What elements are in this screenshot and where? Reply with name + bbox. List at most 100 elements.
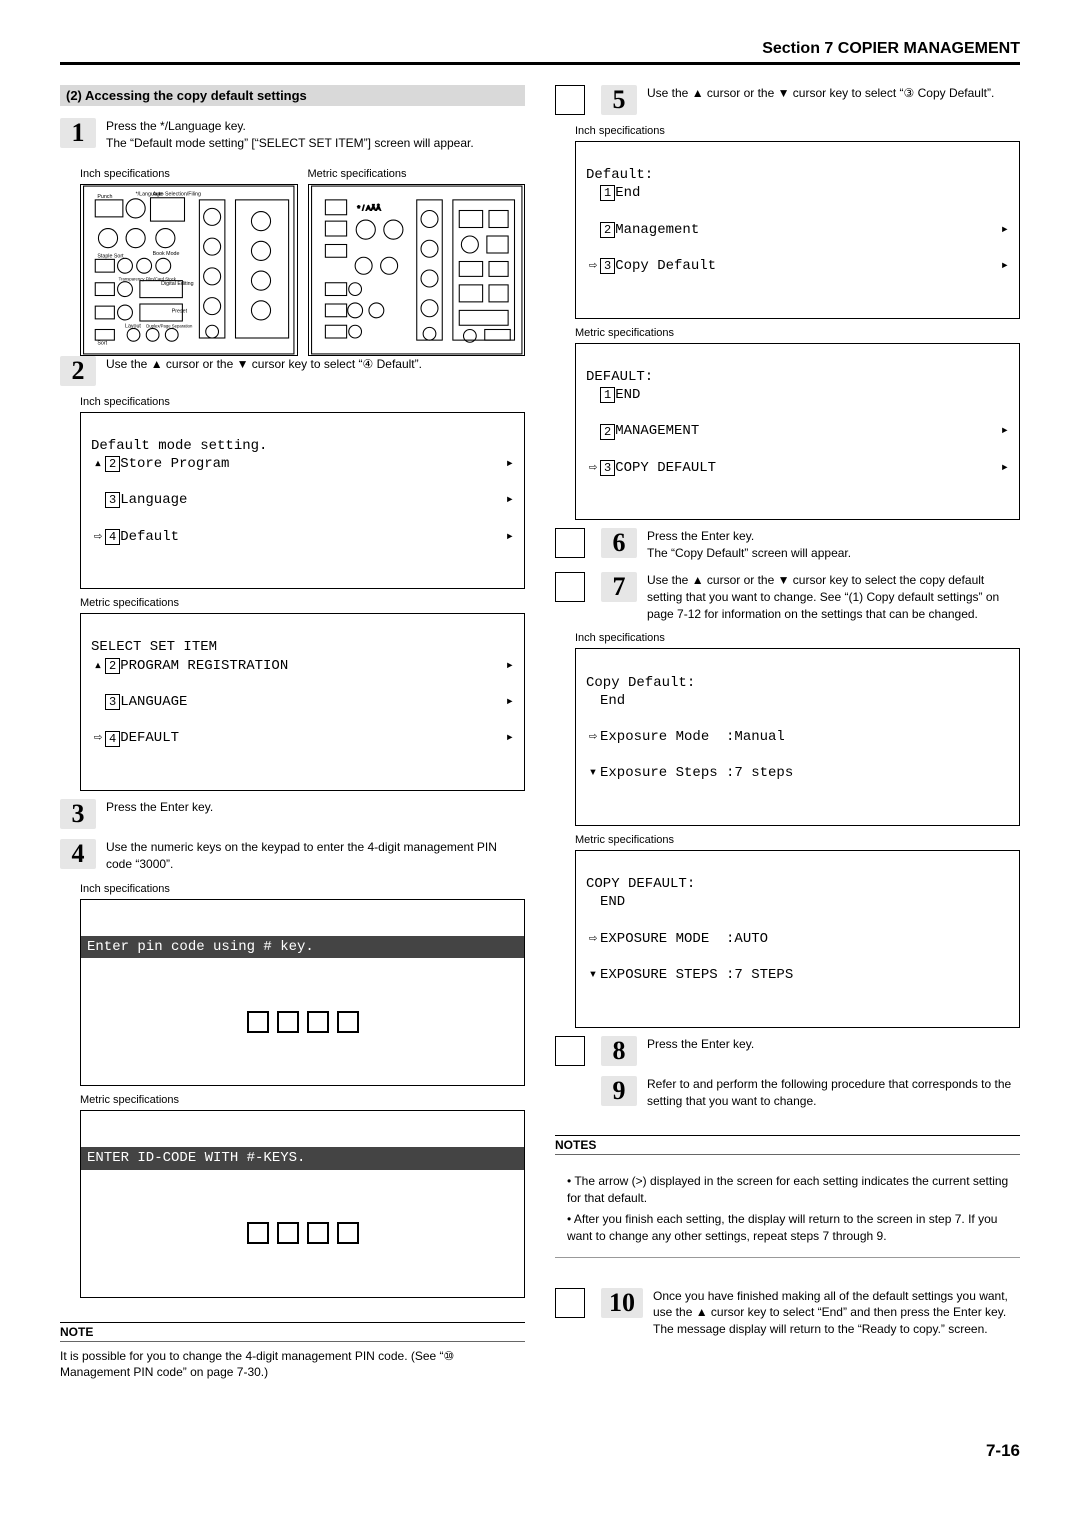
step-text: The “Default mode setting” [“SELECT SET … — [106, 135, 525, 152]
divider — [555, 1257, 1020, 1258]
lcd-pin-inch: Enter pin code using # key. — [80, 899, 525, 1087]
notes-heading: NOTES — [555, 1135, 1020, 1155]
step-text: Use the ▲ cursor or the ▼ cursor key to … — [106, 356, 525, 386]
svg-text:Preset: Preset — [172, 308, 188, 314]
step-text: Use the ▲ cursor or the ▼ cursor key to … — [647, 85, 1020, 115]
note-heading: NOTE — [60, 1322, 525, 1342]
step-number: 6 — [601, 528, 637, 558]
section-header: Section 7 COPIER MANAGEMENT — [60, 40, 1020, 65]
lcd-pin-metric: ENTER ID-CODE WITH #-KEYS. — [80, 1110, 525, 1298]
svg-text:Punch: Punch — [97, 193, 112, 199]
lcd-default-mode-metric: SELECT SET ITEM ▴2 PROGRAM REGISTRATION▸… — [80, 613, 525, 791]
step-4: 4 Use the numeric keys on the keypad to … — [60, 839, 525, 873]
step-text: Use the ▲ cursor or the ▼ cursor key to … — [647, 572, 1020, 622]
svg-text:* / AÄÂ: * / AÄÂ — [357, 203, 381, 212]
notes-list: The arrow (>) displayed in the screen fo… — [555, 1173, 1020, 1244]
control-panel-diagram-metric: * / AÄÂ — [308, 184, 526, 356]
lcd-row: COPY DEFAULT — [615, 459, 993, 477]
lcd-row: Management — [615, 221, 993, 239]
spec-label: Metric specifications — [80, 1094, 525, 1106]
panel-svg: */Language Punch Auto Selection/Filing B… — [81, 185, 297, 355]
lcd-title: SELECT SET ITEM — [91, 639, 217, 655]
spec-label: Inch specifications — [575, 632, 1020, 644]
step-2: 2 Use the ▲ cursor or the ▼ cursor key t… — [60, 356, 525, 386]
panel-icon — [555, 1036, 585, 1066]
lcd-row: Default — [120, 528, 498, 546]
panel-icon — [555, 1288, 585, 1318]
lcd-row: EXPOSURE MODE :AUTO — [600, 930, 1009, 948]
step-text: Once you have finished making all of the… — [653, 1288, 1020, 1338]
svg-text:Layout: Layout — [125, 323, 141, 329]
pin-boxes — [91, 1001, 514, 1043]
step-3: 3 Press the Enter key. — [60, 799, 525, 829]
svg-text:Auto Selection/Filing: Auto Selection/Filing — [153, 191, 201, 197]
lcd-row: EXPOSURE STEPS :7 STEPS — [600, 966, 1009, 984]
spec-label: Metric specifications — [80, 597, 525, 609]
spec-label: Metric specifications — [575, 327, 1020, 339]
lcd-default-inch: Default: 1 End 2 Management▸ ⇨3 Copy Def… — [575, 141, 1020, 319]
svg-text:Duplex/Page Separation: Duplex/Page Separation — [146, 323, 193, 328]
lcd-title: DEFAULT: — [586, 369, 653, 385]
svg-text:Digital Editing: Digital Editing — [161, 280, 193, 286]
step-number: 2 — [60, 356, 96, 386]
lcd-default-metric: DEFAULT: 1 END 2 MANAGEMENT▸ ⇨3 COPY DEF… — [575, 343, 1020, 521]
note-item: After you finish each setting, the displ… — [567, 1211, 1020, 1245]
step-9: 9 Refer to and perform the following pro… — [555, 1076, 1020, 1110]
panel-icon — [555, 572, 585, 602]
lcd-row: Exposure Steps :7 steps — [600, 764, 1009, 782]
step-7: 7 Use the ▲ cursor or the ▼ cursor key t… — [555, 572, 1020, 622]
left-column: (2) Accessing the copy default settings … — [60, 85, 525, 1381]
note-item: The arrow (>) displayed in the screen fo… — [567, 1173, 1020, 1207]
control-panel-diagram-inch: */Language Punch Auto Selection/Filing B… — [80, 184, 298, 356]
spec-label: Inch specifications — [575, 125, 1020, 137]
lcd-row: Exposure Mode :Manual — [600, 728, 1009, 746]
lcd-row: Language — [120, 491, 498, 509]
step-1: 1 Press the */Language key. The “Default… — [60, 118, 525, 152]
step-text: Refer to and perform the following proce… — [647, 1076, 1020, 1110]
lcd-row: END — [600, 893, 1009, 911]
step-5: 5 Use the ▲ cursor or the ▼ cursor key t… — [555, 85, 1020, 115]
lcd-copy-default-metric: COPY DEFAULT: END ⇨EXPOSURE MODE :AUTO ▾… — [575, 850, 1020, 1028]
svg-text:Sort: Sort — [97, 340, 107, 346]
step-number: 5 — [601, 85, 637, 115]
lcd-title: COPY DEFAULT: — [586, 876, 695, 892]
step-number: 4 — [60, 839, 96, 869]
step-text: Press the Enter key. — [647, 1036, 1020, 1066]
step-text: Press the Enter key. — [106, 799, 525, 829]
lcd-row: LANGUAGE — [120, 693, 498, 711]
lcd-title: Default mode setting. — [91, 438, 267, 454]
svg-text:Book Mode: Book Mode — [153, 251, 180, 257]
pin-boxes — [91, 1212, 514, 1254]
lcd-row: MANAGEMENT — [615, 422, 993, 440]
page-number: 7-16 — [60, 1441, 1020, 1461]
note-text: It is possible for you to change the 4-d… — [60, 1348, 525, 1382]
lcd-row: END — [615, 386, 993, 404]
spec-label-inch: Inch specifications — [80, 168, 298, 180]
step-text: Press the */Language key. — [106, 118, 525, 135]
step-6: 6 Press the Enter key. The “Copy Default… — [555, 528, 1020, 562]
lcd-row: End — [615, 184, 993, 202]
subsection-heading: (2) Accessing the copy default settings — [60, 85, 525, 106]
step-number: 10 — [601, 1288, 643, 1318]
lcd-row: End — [600, 692, 1009, 710]
lcd-bar: Enter pin code using # key. — [81, 936, 524, 958]
step-text: Press the Enter key. — [647, 528, 1020, 545]
step-number: 9 — [601, 1076, 637, 1106]
right-column: 5 Use the ▲ cursor or the ▼ cursor key t… — [555, 85, 1020, 1381]
spec-label-metric: Metric specifications — [308, 168, 526, 180]
lcd-row: PROGRAM REGISTRATION — [120, 657, 498, 675]
spec-label: Inch specifications — [80, 883, 525, 895]
lcd-copy-default-inch: Copy Default: End ⇨Exposure Mode :Manual… — [575, 648, 1020, 826]
spec-label: Metric specifications — [575, 834, 1020, 846]
step-number: 8 — [601, 1036, 637, 1066]
step-text: The “Copy Default” screen will appear. — [647, 545, 1020, 562]
step-number: 7 — [601, 572, 637, 602]
lcd-title: Copy Default: — [586, 675, 695, 691]
spec-label: Inch specifications — [80, 396, 525, 408]
step-10: 10 Once you have finished making all of … — [555, 1288, 1020, 1338]
lcd-row: DEFAULT — [120, 729, 498, 747]
svg-text:Staple Sort: Staple Sort — [97, 253, 124, 259]
lcd-bar: ENTER ID-CODE WITH #-KEYS. — [81, 1147, 524, 1169]
step-number: 3 — [60, 799, 96, 829]
panel-svg: * / AÄÂ — [309, 185, 525, 355]
